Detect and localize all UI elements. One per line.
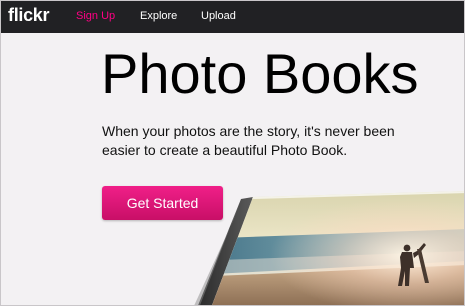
nav-upload-link[interactable]: Upload (201, 10, 236, 22)
flickr-photo-books-page: flickr Sign Up Explore Upload Photo Book… (0, 0, 465, 306)
hero-subtitle: When your photos are the story, it's nev… (102, 123, 395, 158)
flickr-logo[interactable]: flickr (8, 5, 50, 26)
page-title: Photo Books (101, 42, 419, 105)
nav-sign-up-link[interactable]: Sign Up (76, 10, 115, 22)
photo-book-image (194, 191, 464, 305)
nav-explore-link[interactable]: Explore (140, 10, 177, 22)
top-navbar: flickr Sign Up Explore Upload (1, 1, 464, 33)
